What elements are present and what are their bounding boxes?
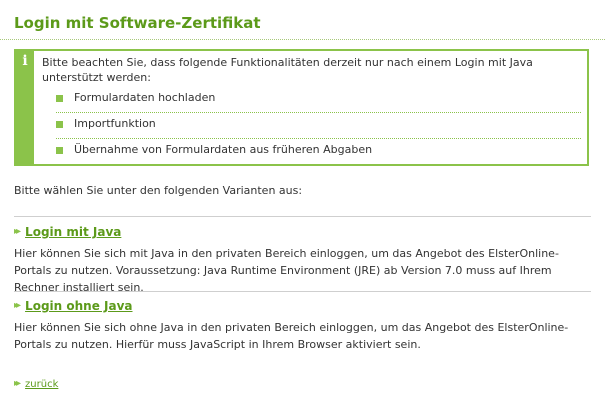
option-java-description: Hier können Sie sich mit Java in den pri… <box>14 247 559 294</box>
info-box: i Bitte beachten Sie, dass folgende Funk… <box>14 49 589 166</box>
double-arrow-right-icon: ▸▸ <box>14 378 21 389</box>
list-item: Formulardaten hochladen <box>56 87 581 113</box>
list-item-label: Formulardaten hochladen <box>74 91 216 104</box>
double-arrow-right-icon: ▸▸ <box>14 300 21 311</box>
option-java-heading: ▸▸ Login mit Java <box>14 225 121 239</box>
page-title: Login mit Software-Zertifikat <box>14 14 261 32</box>
list-item-label: Übernahme von Formulardaten aus früheren… <box>74 143 373 156</box>
option-no-java-heading: ▸▸ Login ohne Java <box>14 299 133 313</box>
choose-variant-text: Bitte wählen Sie unter den folgenden Var… <box>14 184 303 197</box>
option-no-java-description: Hier können Sie sich ohne Java in den pr… <box>14 321 569 351</box>
info-text: Bitte beachten Sie, dass folgende Funkti… <box>42 56 533 84</box>
double-arrow-right-icon: ▸▸ <box>14 226 21 237</box>
title-divider <box>0 39 605 40</box>
square-bullet-icon <box>56 121 63 128</box>
option-divider <box>14 216 591 217</box>
square-bullet-icon <box>56 95 63 102</box>
square-bullet-icon <box>56 147 63 154</box>
option-divider <box>14 291 591 292</box>
back-nav: ▸▸ zurück <box>14 377 58 391</box>
info-bar: i <box>16 51 34 164</box>
java-feature-list: Formulardaten hochladen Importfunktion Ü… <box>56 87 581 165</box>
list-item-label: Importfunktion <box>74 117 156 130</box>
login-mit-java-link[interactable]: Login mit Java <box>25 225 121 239</box>
list-item: Übernahme von Formulardaten aus früheren… <box>56 139 581 165</box>
info-icon: i <box>22 53 28 69</box>
login-page: Login mit Software-Zertifikat i Bitte be… <box>0 0 605 413</box>
back-link[interactable]: zurück <box>25 379 58 390</box>
login-ohne-java-link[interactable]: Login ohne Java <box>25 299 132 313</box>
list-item: Importfunktion <box>56 113 581 139</box>
